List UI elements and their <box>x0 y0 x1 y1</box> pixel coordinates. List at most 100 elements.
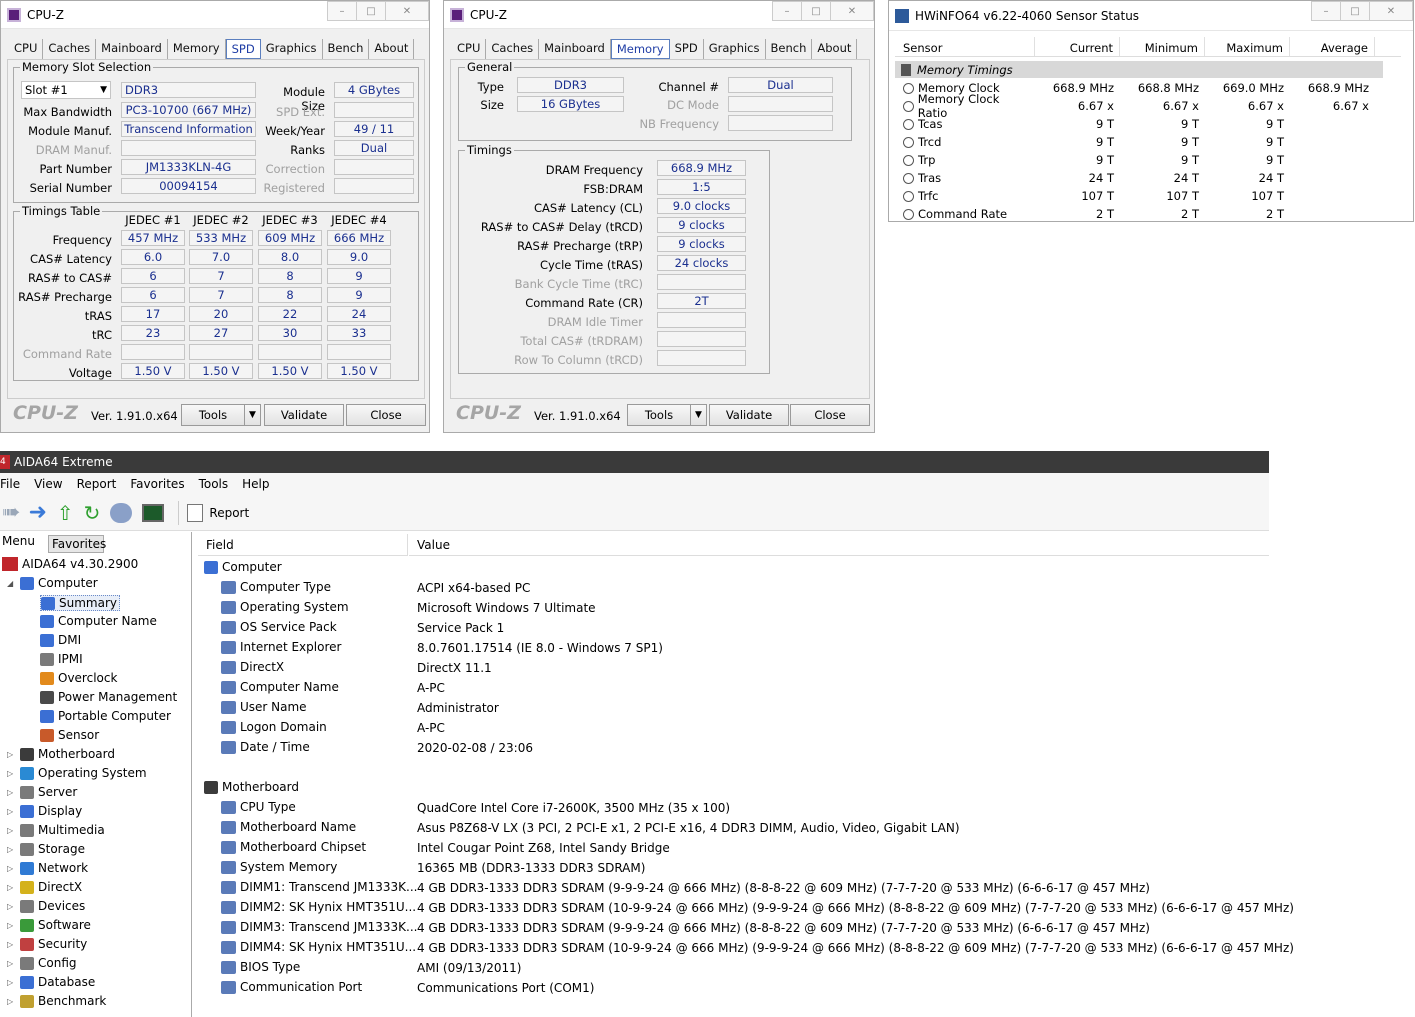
tab-favorites[interactable]: Favorites <box>48 535 106 553</box>
field-row[interactable]: Computer Type <box>221 580 331 594</box>
field-row[interactable]: CPU Type <box>221 800 296 814</box>
validate-button[interactable]: Validate <box>709 404 789 426</box>
field-row[interactable]: Internet Explorer <box>221 640 341 654</box>
field-row[interactable]: Motherboard Chipset <box>221 840 366 854</box>
tools-dropdown-button[interactable]: ▼ <box>244 404 261 426</box>
tree-item-multimedia[interactable]: ▷ Multimedia <box>7 823 105 837</box>
tab-graphics[interactable]: Graphics <box>704 39 766 59</box>
tree-item-benchmark[interactable]: ▷ Benchmark <box>7 994 106 1008</box>
menu-file[interactable]: File <box>0 477 34 491</box>
refresh-icon[interactable]: ↻ <box>84 501 101 525</box>
field-row[interactable]: System Memory <box>221 860 337 874</box>
users-icon[interactable] <box>110 502 133 523</box>
field-row[interactable]: User Name <box>221 700 307 714</box>
tools-button[interactable]: Tools <box>181 404 245 426</box>
tab-spd[interactable]: SPD <box>225 39 261 59</box>
field-row[interactable]: DirectX <box>221 660 284 674</box>
field-row[interactable]: BIOS Type <box>221 960 300 974</box>
menu-report[interactable]: Report <box>77 477 131 491</box>
field-row[interactable]: DIMM1: Transcend JM1333K... <box>221 880 417 894</box>
title-bar[interactable]: 4 AIDA64 Extreme <box>0 451 1269 473</box>
tree-item-portable-computer[interactable]: Portable Computer <box>40 709 171 723</box>
tab-mainboard[interactable]: Mainboard <box>96 39 168 59</box>
maximize-button[interactable]: □ <box>356 1 386 21</box>
sensor-row[interactable]: Trfc 107 T 107 T 107 T <box>895 187 1375 205</box>
field-row[interactable]: Logon Domain <box>221 720 327 734</box>
report-button[interactable]: Report <box>209 506 249 520</box>
field-row[interactable]: Computer Name <box>221 680 339 694</box>
col-field-header[interactable]: Field <box>198 534 408 556</box>
sensor-group-row[interactable]: Memory Timings <box>895 61 1383 78</box>
tab-mainboard[interactable]: Mainboard <box>539 39 611 59</box>
field-row[interactable]: Communication Port <box>221 980 362 994</box>
tree-item-dmi[interactable]: DMI <box>40 633 81 647</box>
sensor-row[interactable]: Memory Clock Ratio 6.67 x 6.67 x 6.67 x 6.67… <box>895 92 1375 120</box>
title-bar[interactable]: HWiNFO64 v6.22-4060 Sensor Status – □ ✕ <box>889 1 1413 31</box>
tab-memory[interactable]: Memory <box>610 39 670 59</box>
tree-item-ipmi[interactable]: IPMI <box>40 652 83 666</box>
tab-about[interactable]: About <box>812 39 858 59</box>
field-row[interactable]: DIMM2: SK Hynix HMT351U... <box>221 900 416 914</box>
close-window-button[interactable]: ✕ <box>1369 1 1413 21</box>
tree-item-summary[interactable]: Summary <box>40 595 120 611</box>
sensor-row[interactable]: Trcd 9 T 9 T 9 T <box>895 133 1375 151</box>
tab-bench[interactable]: Bench <box>766 39 813 59</box>
col-minimum[interactable]: Minimum <box>1120 37 1205 56</box>
tree-item-software[interactable]: ▷ Software <box>7 918 91 932</box>
tab-about[interactable]: About <box>369 39 415 59</box>
title-bar[interactable]: CPU-Z – □ ✕ <box>1 1 429 29</box>
col-sensor[interactable]: Sensor <box>895 37 1035 56</box>
forward-icon[interactable]: ➜ <box>28 500 46 525</box>
monitor-icon[interactable] <box>142 503 165 522</box>
tree-root[interactable]: AIDA64 v4.30.2900 <box>2 557 138 571</box>
menu-help[interactable]: Help <box>242 477 277 491</box>
menu-tools[interactable]: Tools <box>199 477 243 491</box>
tree-item-motherboard[interactable]: ▷ Motherboard <box>7 747 115 761</box>
col-value-header[interactable]: Value <box>409 534 1269 556</box>
tree-item-network[interactable]: ▷ Network <box>7 861 88 875</box>
tree-item-security[interactable]: ▷ Security <box>7 937 87 951</box>
validate-button[interactable]: Validate <box>264 404 344 426</box>
up-icon[interactable]: ⇧ <box>57 501 74 525</box>
field-row[interactable]: Motherboard Name <box>221 820 356 834</box>
tree-item-database[interactable]: ▷ Database <box>7 975 95 989</box>
tree-item-devices[interactable]: ▷ Devices <box>7 899 85 913</box>
tab-caches[interactable]: Caches <box>486 39 540 59</box>
minimize-button[interactable]: – <box>772 1 802 21</box>
maximize-button[interactable]: □ <box>801 1 831 21</box>
tools-button[interactable]: Tools <box>627 404 691 426</box>
sensor-row[interactable]: Tcas 9 T 9 T 9 T <box>895 115 1375 133</box>
tab-spd[interactable]: SPD <box>670 39 704 59</box>
title-bar[interactable]: CPU-Z – □ ✕ <box>444 1 874 29</box>
field-row[interactable]: Date / Time <box>221 740 310 754</box>
tree-item-overclock[interactable]: Overclock <box>40 671 117 685</box>
maximize-button[interactable]: □ <box>1340 1 1370 21</box>
tree-item-config[interactable]: ▷ Config <box>7 956 77 970</box>
close-button[interactable]: Close <box>346 404 426 426</box>
tree-item-sensor[interactable]: Sensor <box>40 728 99 742</box>
tree-item-computer[interactable]: ◢ Computer <box>7 576 98 590</box>
field-row[interactable]: DIMM4: SK Hynix HMT351U... <box>221 940 416 954</box>
tab-bench[interactable]: Bench <box>323 39 370 59</box>
sensor-row[interactable]: Tras 24 T 24 T 24 T <box>895 169 1375 187</box>
tree-item-operating-system[interactable]: ▷ Operating System <box>7 766 147 780</box>
col-average[interactable]: Average <box>1290 37 1375 56</box>
field-row[interactable]: DIMM3: Transcend JM1333K... <box>221 920 417 934</box>
close-window-button[interactable]: ✕ <box>830 1 874 21</box>
back-icon[interactable]: ➠ <box>2 500 20 525</box>
menu-favorites[interactable]: Favorites <box>130 477 198 491</box>
tree-item-server[interactable]: ▷ Server <box>7 785 77 799</box>
close-button[interactable]: Close <box>790 404 870 426</box>
minimize-button[interactable]: – <box>327 1 357 21</box>
sensor-row[interactable]: Trp 9 T 9 T 9 T <box>895 151 1375 169</box>
minimize-button[interactable]: – <box>1311 1 1341 21</box>
field-row[interactable]: Operating System <box>221 600 349 614</box>
tree-item-computer-name[interactable]: Computer Name <box>40 614 157 628</box>
col-maximum[interactable]: Maximum <box>1205 37 1290 56</box>
tree-item-power-management[interactable]: Power Management <box>40 690 177 704</box>
tab-caches[interactable]: Caches <box>43 39 97 59</box>
tab-graphics[interactable]: Graphics <box>261 39 323 59</box>
tools-dropdown-button[interactable]: ▼ <box>690 404 707 426</box>
tree-item-storage[interactable]: ▷ Storage <box>7 842 85 856</box>
field-row[interactable]: OS Service Pack <box>221 620 337 634</box>
